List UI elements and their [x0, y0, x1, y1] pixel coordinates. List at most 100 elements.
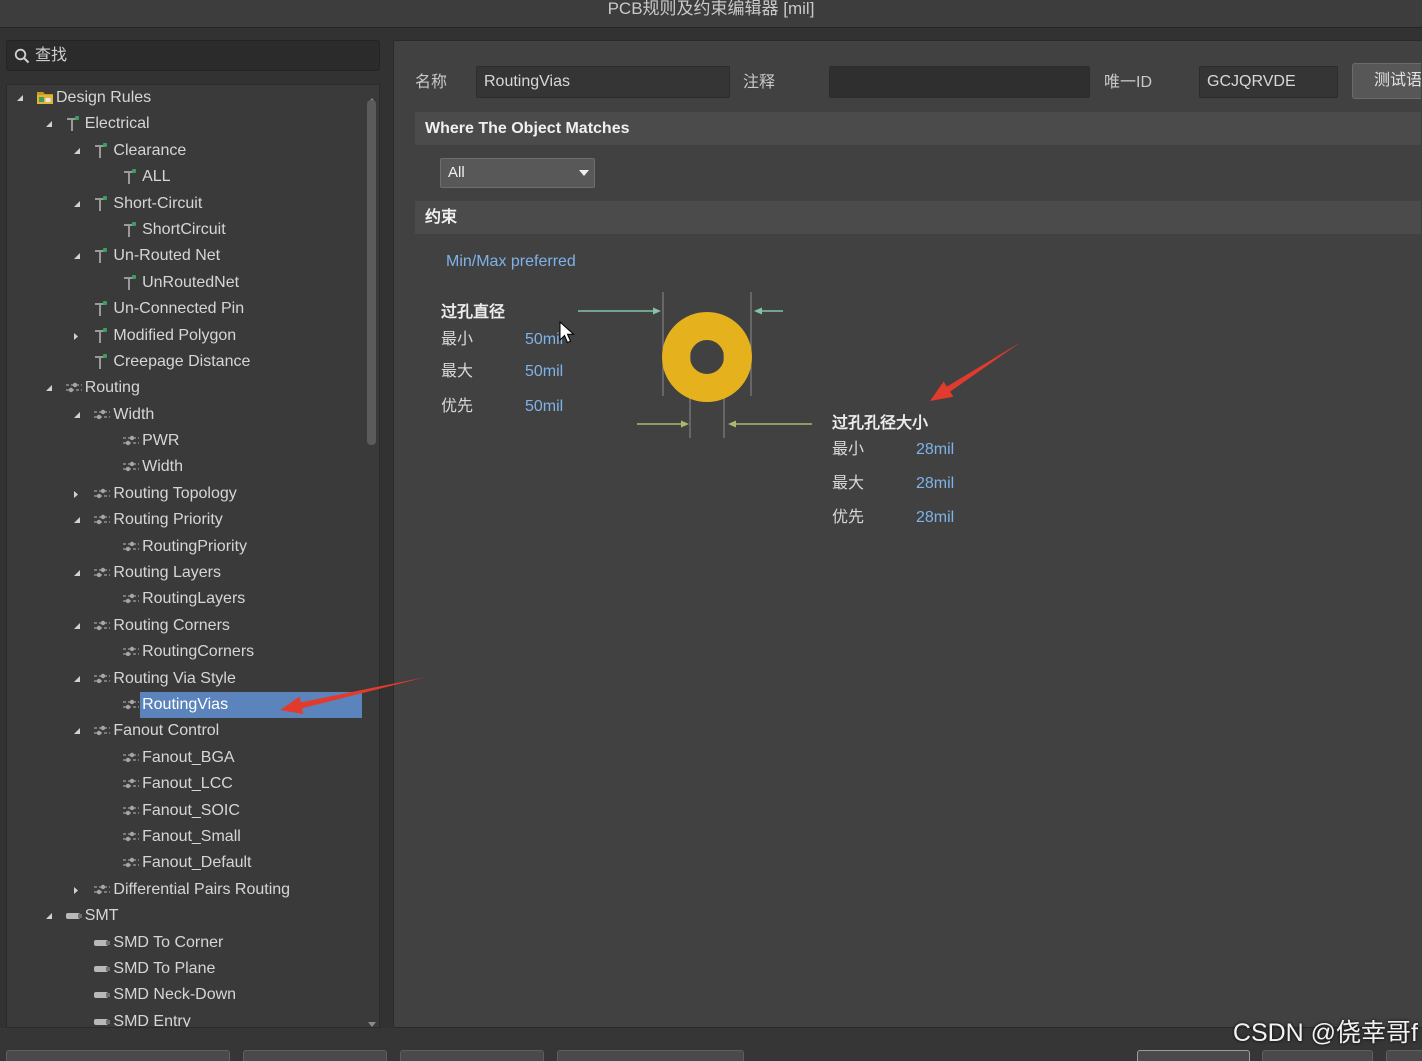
tree-item-label: Un-Connected Pin: [113, 300, 245, 318]
tree-item[interactable]: RoutingVias: [7, 691, 379, 718]
apply-button[interactable]: [1386, 1050, 1422, 1061]
tree-item[interactable]: Fanout Control: [7, 718, 379, 744]
tree-item-label: Routing Layers: [113, 564, 222, 582]
rule-name-field[interactable]: [476, 66, 730, 98]
tree-item-label: Fanout_SOIC: [142, 801, 240, 819]
scope-dropdown-value: All: [448, 164, 465, 181]
tree-item[interactable]: PWR: [7, 428, 379, 454]
tree-collapsed-arrow-icon[interactable]: [73, 886, 81, 895]
electrical-rule-icon: [93, 353, 111, 371]
priorities-button[interactable]: [243, 1050, 387, 1061]
tree-item[interactable]: Un-Routed Net: [7, 243, 379, 269]
comment-field[interactable]: [829, 66, 1090, 98]
tree-expanded-arrow-icon[interactable]: [73, 516, 81, 525]
tree-scrollbar-thumb[interactable]: [367, 100, 376, 445]
tree-item[interactable]: Fanout_LCC: [7, 771, 379, 797]
constraint-mode-link[interactable]: Min/Max preferred: [446, 252, 576, 272]
tree-item[interactable]: RoutingCorners: [7, 639, 379, 665]
tree-expanded-arrow-icon[interactable]: [73, 147, 81, 156]
tree-item[interactable]: Short-Circuit: [7, 191, 379, 217]
hole-size-preferred-value[interactable]: 28mil: [916, 508, 954, 528]
cancel-button[interactable]: [1262, 1050, 1373, 1061]
tree-item[interactable]: Routing Layers: [7, 560, 379, 586]
tree-item[interactable]: SMD To Corner: [7, 930, 379, 956]
tree-item[interactable]: Fanout_Small: [7, 824, 379, 850]
tree-item[interactable]: UnRoutedNet: [7, 270, 379, 296]
tree-item[interactable]: Modified Polygon: [7, 323, 379, 349]
tree-item-label: ShortCircuit: [142, 220, 226, 238]
scroll-down-arrow-icon[interactable]: [368, 1015, 376, 1027]
smt-rule-icon: [93, 986, 111, 1004]
tree-item[interactable]: SMD Neck-Down: [7, 982, 379, 1008]
tree-item[interactable]: Clearance: [7, 138, 379, 164]
hole-size-min-value[interactable]: 28mil: [916, 440, 954, 460]
unique-id-field[interactable]: [1199, 66, 1338, 98]
ok-button[interactable]: [1137, 1050, 1250, 1061]
comment-label: 注释: [743, 74, 776, 91]
tree-item[interactable]: Differential Pairs Routing: [7, 877, 379, 903]
rule-editor-panel: 名称 注释 唯一ID 测试语 Where The Object Matches …: [393, 40, 1422, 1028]
tree-item[interactable]: SMD Entry: [7, 1009, 379, 1027]
search-input[interactable]: [35, 41, 365, 70]
tree-collapsed-arrow-icon[interactable]: [73, 332, 81, 341]
tree-item[interactable]: Fanout_BGA: [7, 745, 379, 771]
tree-item[interactable]: Width: [7, 454, 379, 480]
tree-item[interactable]: Un-Connected Pin: [7, 296, 379, 322]
routing-rule-icon: [93, 722, 111, 740]
routing-rule-icon: [122, 802, 140, 820]
tree-item[interactable]: Fanout_SOIC: [7, 798, 379, 824]
tree-item[interactable]: SMD To Plane: [7, 956, 379, 982]
tree-item[interactable]: Routing Via Style: [7, 666, 379, 692]
electrical-rule-icon: [65, 115, 83, 133]
via-diameter-preferred-value[interactable]: 50mil: [525, 397, 563, 417]
tree-expanded-arrow-icon[interactable]: [45, 120, 53, 129]
tree-item[interactable]: Routing Priority: [7, 507, 379, 533]
scope-dropdown[interactable]: All: [440, 158, 595, 188]
create-default-rules-button[interactable]: [400, 1050, 544, 1061]
tree-item[interactable]: RoutingLayers: [7, 586, 379, 612]
via-diameter-preferred-label: 优先: [441, 398, 474, 415]
watermark: CSDN @侥幸哥f: [1232, 1019, 1418, 1047]
tree-expanded-arrow-icon[interactable]: [73, 727, 81, 736]
tree-expanded-arrow-icon[interactable]: [45, 384, 53, 393]
tree-collapsed-arrow-icon[interactable]: [73, 490, 81, 499]
tree-item-label: UnRoutedNet: [142, 273, 240, 291]
via-diameter-max-value[interactable]: 50mil: [525, 362, 563, 382]
tree-expanded-arrow-icon[interactable]: [73, 622, 81, 631]
tree-item[interactable]: Routing Corners: [7, 613, 379, 639]
tree-item-label: SMD Neck-Down: [113, 986, 237, 1004]
tree-expanded-arrow-icon[interactable]: [73, 200, 81, 209]
bottom-button-bar: [0, 1028, 1422, 1061]
routing-rule-icon: [93, 406, 111, 424]
tree-item[interactable]: SMT: [7, 903, 379, 929]
tree-item[interactable]: Width: [7, 402, 379, 428]
hole-size-max-value[interactable]: 28mil: [916, 474, 954, 494]
tree-expanded-arrow-icon[interactable]: [73, 675, 81, 684]
electrical-rule-icon: [93, 247, 111, 265]
tree-item[interactable]: Design Rules: [7, 85, 379, 111]
tree-item[interactable]: Routing Topology: [7, 481, 379, 507]
tree-expanded-arrow-icon[interactable]: [73, 569, 81, 578]
search-box[interactable]: [6, 40, 380, 71]
smt-rule-icon: [65, 907, 83, 925]
search-icon: [14, 48, 30, 64]
tree-item[interactable]: RoutingPriority: [7, 534, 379, 560]
smt-rule-icon: [93, 1013, 111, 1027]
tree-item-label: Width: [113, 405, 155, 423]
tree-expanded-arrow-icon[interactable]: [73, 411, 81, 420]
tree-expanded-arrow-icon[interactable]: [45, 912, 53, 921]
tree-item[interactable]: Fanout_Default: [7, 850, 379, 876]
tree-item-label: Un-Routed Net: [113, 247, 221, 265]
tree-item-label: PWR: [142, 432, 180, 450]
rule-wizard-button[interactable]: [6, 1050, 230, 1061]
tree-expanded-arrow-icon[interactable]: [73, 252, 81, 261]
test-query-button[interactable]: 测试语: [1352, 63, 1421, 99]
tree-item[interactable]: Creepage Distance: [7, 349, 379, 375]
tree-item[interactable]: ShortCircuit: [7, 217, 379, 243]
via-diameter-min-value[interactable]: 50mil: [525, 330, 563, 350]
tree-item[interactable]: Routing: [7, 375, 379, 401]
tree-expanded-arrow-icon[interactable]: [16, 94, 24, 103]
tree-item[interactable]: ALL: [7, 164, 379, 190]
cross-probe-button[interactable]: [557, 1050, 744, 1061]
tree-item[interactable]: Electrical: [7, 111, 379, 137]
